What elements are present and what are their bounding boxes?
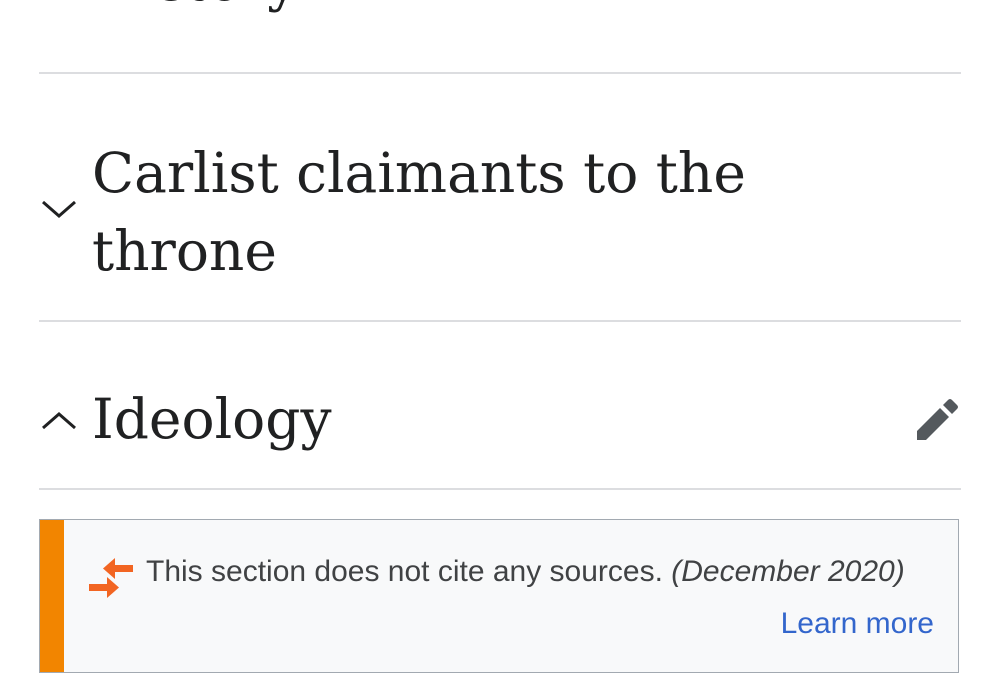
notice-stripe <box>40 520 64 672</box>
edit-section-button[interactable] <box>913 396 961 444</box>
section-heading-carlist-claimants: Carlist claimants to the throne <box>92 141 746 283</box>
section-divider <box>39 488 961 490</box>
unsourced-section-notice: This section does not cite any sources. … <box>39 519 959 673</box>
arrows-merge-icon <box>87 556 137 600</box>
pencil-icon <box>917 399 958 440</box>
notice-message: This section does not cite any sources. … <box>146 550 905 594</box>
chevron-down-icon[interactable] <box>39 198 79 222</box>
section-ideology[interactable]: Ideology <box>39 322 961 488</box>
chevron-up-icon[interactable] <box>39 408 79 432</box>
section-history[interactable]: History <box>39 0 961 72</box>
notice-message-text: This section does not cite any sources. <box>146 555 663 588</box>
section-carlist-claimants[interactable]: Carlist claimants to the throne <box>39 74 961 320</box>
learn-more-link[interactable]: Learn more <box>781 602 934 646</box>
section-heading-ideology: Ideology <box>92 387 332 451</box>
section-heading-history: History <box>92 0 298 20</box>
notice-date: (December 2020) <box>671 555 905 588</box>
